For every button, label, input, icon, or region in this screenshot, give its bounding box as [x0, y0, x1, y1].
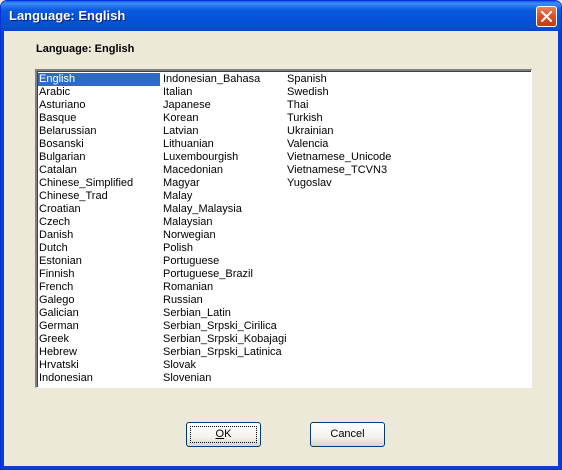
- language-item[interactable]: Hebrew: [38, 346, 160, 359]
- language-item[interactable]: Slovenian: [162, 372, 287, 385]
- language-item[interactable]: Belarussian: [38, 125, 160, 138]
- language-item[interactable]: English: [38, 73, 160, 86]
- language-item[interactable]: Galician: [38, 307, 160, 320]
- language-item[interactable]: Malaysian: [162, 216, 287, 229]
- language-item[interactable]: Polish: [162, 242, 287, 255]
- language-item[interactable]: Valencia: [286, 138, 391, 151]
- language-item[interactable]: Bosanski: [38, 138, 160, 151]
- language-item[interactable]: Serbian_Srpski_Kobajagi: [162, 333, 287, 346]
- language-item[interactable]: Turkish: [286, 112, 391, 125]
- language-item[interactable]: Arabic: [38, 86, 160, 99]
- language-item[interactable]: Asturiano: [38, 99, 160, 112]
- language-item[interactable]: Norwegian: [162, 229, 287, 242]
- language-heading: Language: English: [36, 43, 135, 55]
- language-item[interactable]: Thai: [286, 99, 391, 112]
- language-item[interactable]: Italian: [162, 86, 287, 99]
- language-item[interactable]: Portuguese_Brazil: [162, 268, 287, 281]
- ok-button[interactable]: OK: [186, 422, 261, 447]
- cancel-button[interactable]: Cancel: [310, 422, 385, 447]
- language-column-3: Spanish Swedish Thai Turkish Ukrainian Valenc…: [286, 73, 391, 190]
- language-item[interactable]: Russian: [162, 294, 287, 307]
- language-item[interactable]: Basque: [38, 112, 160, 125]
- language-item[interactable]: Luxembourgish: [162, 151, 287, 164]
- language-dialog: Language: English Language: English Engl…: [0, 0, 562, 470]
- language-item[interactable]: Croatian: [38, 203, 160, 216]
- language-item[interactable]: Magyar: [162, 177, 287, 190]
- language-item[interactable]: Japanese: [162, 99, 287, 112]
- language-item[interactable]: Ukrainian: [286, 125, 391, 138]
- language-item[interactable]: Chinese_Simplified: [38, 177, 160, 190]
- window-border-left: [1, 31, 4, 469]
- language-item[interactable]: Greek: [38, 333, 160, 346]
- language-item[interactable]: French: [38, 281, 160, 294]
- language-item[interactable]: Slovak: [162, 359, 287, 372]
- language-item[interactable]: Catalan: [38, 164, 160, 177]
- language-item[interactable]: Spanish: [286, 73, 391, 86]
- language-item[interactable]: Indonesian_Bahasa: [162, 73, 287, 86]
- language-item[interactable]: Hrvatski: [38, 359, 160, 372]
- title-bar[interactable]: Language: English: [1, 1, 561, 31]
- language-item[interactable]: Indonesian: [38, 372, 160, 385]
- window-border-right: [558, 31, 561, 469]
- language-listbox[interactable]: English Arabic Asturiano Basque Belarussian B…: [35, 69, 532, 388]
- language-item[interactable]: German: [38, 320, 160, 333]
- language-item[interactable]: Macedonian: [162, 164, 287, 177]
- language-item[interactable]: Danish: [38, 229, 160, 242]
- language-item[interactable]: Swedish: [286, 86, 391, 99]
- language-item[interactable]: Vietnamese_Unicode: [286, 151, 391, 164]
- language-item[interactable]: Galego: [38, 294, 160, 307]
- language-item[interactable]: Romanian: [162, 281, 287, 294]
- language-item[interactable]: Czech: [38, 216, 160, 229]
- language-item[interactable]: Vietnamese_TCVN3: [286, 164, 391, 177]
- language-item[interactable]: Dutch: [38, 242, 160, 255]
- close-button[interactable]: [536, 6, 557, 27]
- language-item[interactable]: Korean: [162, 112, 287, 125]
- language-item[interactable]: Serbian_Srpski_Cirilica: [162, 320, 287, 333]
- ok-button-label: OK: [215, 428, 232, 440]
- language-item[interactable]: Malay_Malaysia: [162, 203, 287, 216]
- language-column-2: Indonesian_Bahasa Italian Japanese Korean La…: [162, 73, 287, 385]
- language-item[interactable]: Bulgarian: [38, 151, 160, 164]
- cancel-button-label: Cancel: [330, 428, 365, 440]
- close-icon: [541, 11, 552, 22]
- language-item[interactable]: Finnish: [38, 268, 160, 281]
- language-item[interactable]: Lithuanian: [162, 138, 287, 151]
- language-item[interactable]: Serbian_Srpski_Latinica: [162, 346, 287, 359]
- language-column-1: English Arabic Asturiano Basque Belarussian B…: [38, 73, 160, 385]
- language-item[interactable]: Latvian: [162, 125, 287, 138]
- language-item[interactable]: Serbian_Latin: [162, 307, 287, 320]
- window-border-bottom: [1, 466, 561, 469]
- language-item[interactable]: Portuguese: [162, 255, 287, 268]
- language-item[interactable]: Yugoslav: [286, 177, 391, 190]
- window-title: Language: English: [9, 8, 126, 23]
- language-item[interactable]: Chinese_Trad: [38, 190, 160, 203]
- language-item[interactable]: Malay: [162, 190, 287, 203]
- language-item[interactable]: Estonian: [38, 255, 160, 268]
